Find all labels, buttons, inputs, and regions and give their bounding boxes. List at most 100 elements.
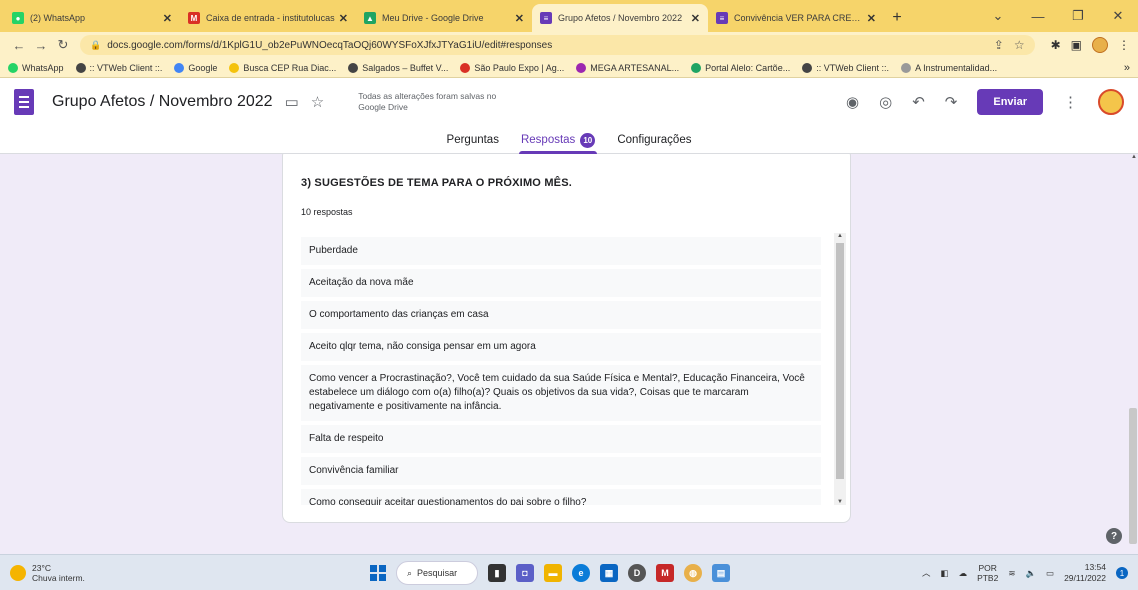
meet-icon[interactable]: ◧ [941,568,949,579]
profile-avatar-icon[interactable] [1092,37,1108,53]
bookmark-label: São Paulo Expo | Ag... [474,62,565,73]
page-scroll-up-icon[interactable]: ▲ [1131,154,1137,160]
send-button[interactable]: Enviar [977,89,1043,115]
question-title: 3) SUGESTÕES DE TEMA PARA O PRÓXIMO MÊS. [301,177,573,189]
form-title[interactable]: Grupo Afetos / Novembro 2022 [52,93,273,111]
side-panel-icon[interactable]: ▣ [1071,38,1082,52]
start-button-icon[interactable] [370,565,386,581]
tab-favicon-icon: ≡ [716,12,728,24]
cloud-icon[interactable]: ☁ [959,568,968,579]
photos-app-icon[interactable]: ▤ [712,564,730,582]
tab-close-icon[interactable]: ✕ [867,12,876,25]
reload-icon[interactable]: ↻ [52,37,74,53]
bookmark-item[interactable]: :: VTWeb Client ::. [802,62,889,73]
file-explorer-icon[interactable]: ▬ [544,564,562,582]
bookmark-label: Google [188,62,218,73]
back-icon[interactable]: ← [8,38,30,53]
more-options-icon[interactable]: ⋮ [1063,93,1078,111]
microsoft-store-icon[interactable]: ▦ [600,564,618,582]
tab-close-icon[interactable]: ✕ [163,12,172,25]
browser-tab[interactable]: M Caixa de entrada - institutolucas ✕ [180,4,356,32]
scroll-up-icon[interactable]: ▲ [834,233,846,239]
answer-item: Puberdade [301,237,821,265]
url-field[interactable]: 🔒 docs.google.com/forms/d/1KplG1U_ob2ePu… [80,35,1035,55]
battery-icon[interactable]: ▭ [1046,568,1054,579]
account-avatar[interactable] [1098,89,1124,115]
preview-eye-icon[interactable]: ◎ [879,93,892,111]
new-tab-button[interactable]: + [884,4,910,32]
restore-button[interactable]: ❐ [1058,8,1098,24]
page-scroll-thumb[interactable] [1129,408,1137,544]
browser-tab[interactable]: ▲ Meu Drive - Google Drive ✕ [356,4,532,32]
answer-list-scrollbar[interactable]: ▲ ▼ [834,233,846,505]
dell-icon[interactable]: D [628,564,646,582]
bookmark-item[interactable]: Busca CEP Rua Diac... [229,62,337,73]
clock[interactable]: 13:54 29/11/2022 [1064,562,1106,584]
tab-close-icon[interactable]: ✕ [339,12,348,25]
more-bookmarks-icon[interactable]: » [1124,62,1130,74]
bookmark-favicon-icon [802,62,813,73]
folder-icon[interactable]: ▭ [285,93,299,111]
weather-widget[interactable]: 23°C Chuva interm. [10,563,85,583]
browser-tab[interactable]: ≡ Grupo Afetos / Novembro 2022 ✕ [532,4,708,32]
scroll-down-icon[interactable]: ▼ [834,499,846,505]
tab-close-icon[interactable]: ✕ [691,12,700,25]
answer-item: Falta de respeito [301,425,821,453]
wifi-icon[interactable]: ≋ [1008,568,1015,579]
tab-search-icon[interactable]: ⌄ [978,8,1018,24]
tab-questions[interactable]: Perguntas [445,126,501,154]
bookmark-favicon-icon [75,62,86,73]
task-view-icon[interactable]: ▮ [488,564,506,582]
teams-chat-icon[interactable]: ◘ [516,564,534,582]
bookmark-label: Busca CEP Rua Diac... [243,62,337,73]
bookmark-item[interactable]: Google [174,62,218,73]
notification-icon[interactable]: 1 [1116,567,1128,579]
bookmark-item[interactable]: WhatsApp [8,62,64,73]
tray-overflow-icon[interactable]: ︿ [922,567,931,579]
answer-list[interactable]: Puberdade Aceitação da nova mãe O comporta… [301,237,831,505]
bookmark-item[interactable]: A Instrumentalidad... [901,62,997,73]
taskbar-search[interactable]: ⌕ Pesquisar [396,561,478,585]
system-tray: ︿ ◧ ☁ POR PTB2 ≋ 🔈 ▭ 13:54 29/11/2022 1 [922,555,1128,590]
bookmark-item[interactable]: Portal Alelo: Cartõe... [691,62,791,73]
bookmark-label: Portal Alelo: Cartõe... [705,62,791,73]
undo-icon[interactable]: ↶ [912,93,925,111]
lock-icon: 🔒 [90,39,102,50]
star-icon[interactable]: ☆ [311,93,324,111]
edge-browser-icon[interactable]: e [572,564,590,582]
tab-favicon-icon: ● [12,12,24,24]
chrome-menu-icon[interactable]: ⋮ [1118,38,1130,52]
browser-tab[interactable]: ● (2) WhatsApp ✕ [4,4,180,32]
bookmark-star-icon[interactable]: ☆ [1014,38,1025,52]
redo-icon[interactable]: ↷ [945,93,958,111]
tab-favicon-icon: ▲ [364,12,376,24]
browser-tab[interactable]: ≡ Convivência VER PARA CRER/No ✕ [708,4,884,32]
bookmark-label: MEGA ARTESANAL... [590,62,680,73]
windows-taskbar: 23°C Chuva interm. ⌕ Pesquisar ▮ ◘ ▬ e ▦… [0,554,1138,590]
page-scrollbar[interactable]: ▲ [1128,154,1138,554]
close-window-button[interactable]: ✕ [1098,8,1138,24]
bookmark-item[interactable]: São Paulo Expo | Ag... [460,62,565,73]
bookmark-item[interactable]: :: VTWeb Client ::. [75,62,162,73]
palette-icon[interactable]: ◉ [846,93,859,111]
tab-settings[interactable]: Configurações [615,126,693,154]
language-indicator[interactable]: POR PTB2 [977,563,998,583]
mcafee-icon[interactable]: M [656,564,674,582]
google-forms-logo-icon[interactable] [14,89,34,115]
volume-icon[interactable]: 🔈 [1025,568,1036,579]
tab-title: Meu Drive - Google Drive [382,13,484,23]
tab-responses[interactable]: Respostas 10 [518,126,598,154]
bookmark-item[interactable]: Salgados – Buffet V... [348,62,448,73]
share-icon[interactable]: ⇪ [994,38,1004,52]
responses-content: 3) SUGESTÕES DE TEMA PARA O PRÓXIMO MÊS.… [0,154,1138,554]
bookmark-item[interactable]: MEGA ARTESANAL... [576,62,680,73]
tab-favicon-icon: ≡ [540,12,552,24]
chrome-icon[interactable]: ◍ [684,564,702,582]
minimize-button[interactable]: — [1018,9,1058,24]
forward-icon[interactable]: → [30,38,52,53]
extensions-icon[interactable]: ✱ [1051,38,1061,52]
tab-close-icon[interactable]: ✕ [515,12,524,25]
bookmark-favicon-icon [576,62,587,73]
help-icon[interactable]: ? [1106,528,1122,544]
answer-scroll-thumb[interactable] [836,243,844,479]
